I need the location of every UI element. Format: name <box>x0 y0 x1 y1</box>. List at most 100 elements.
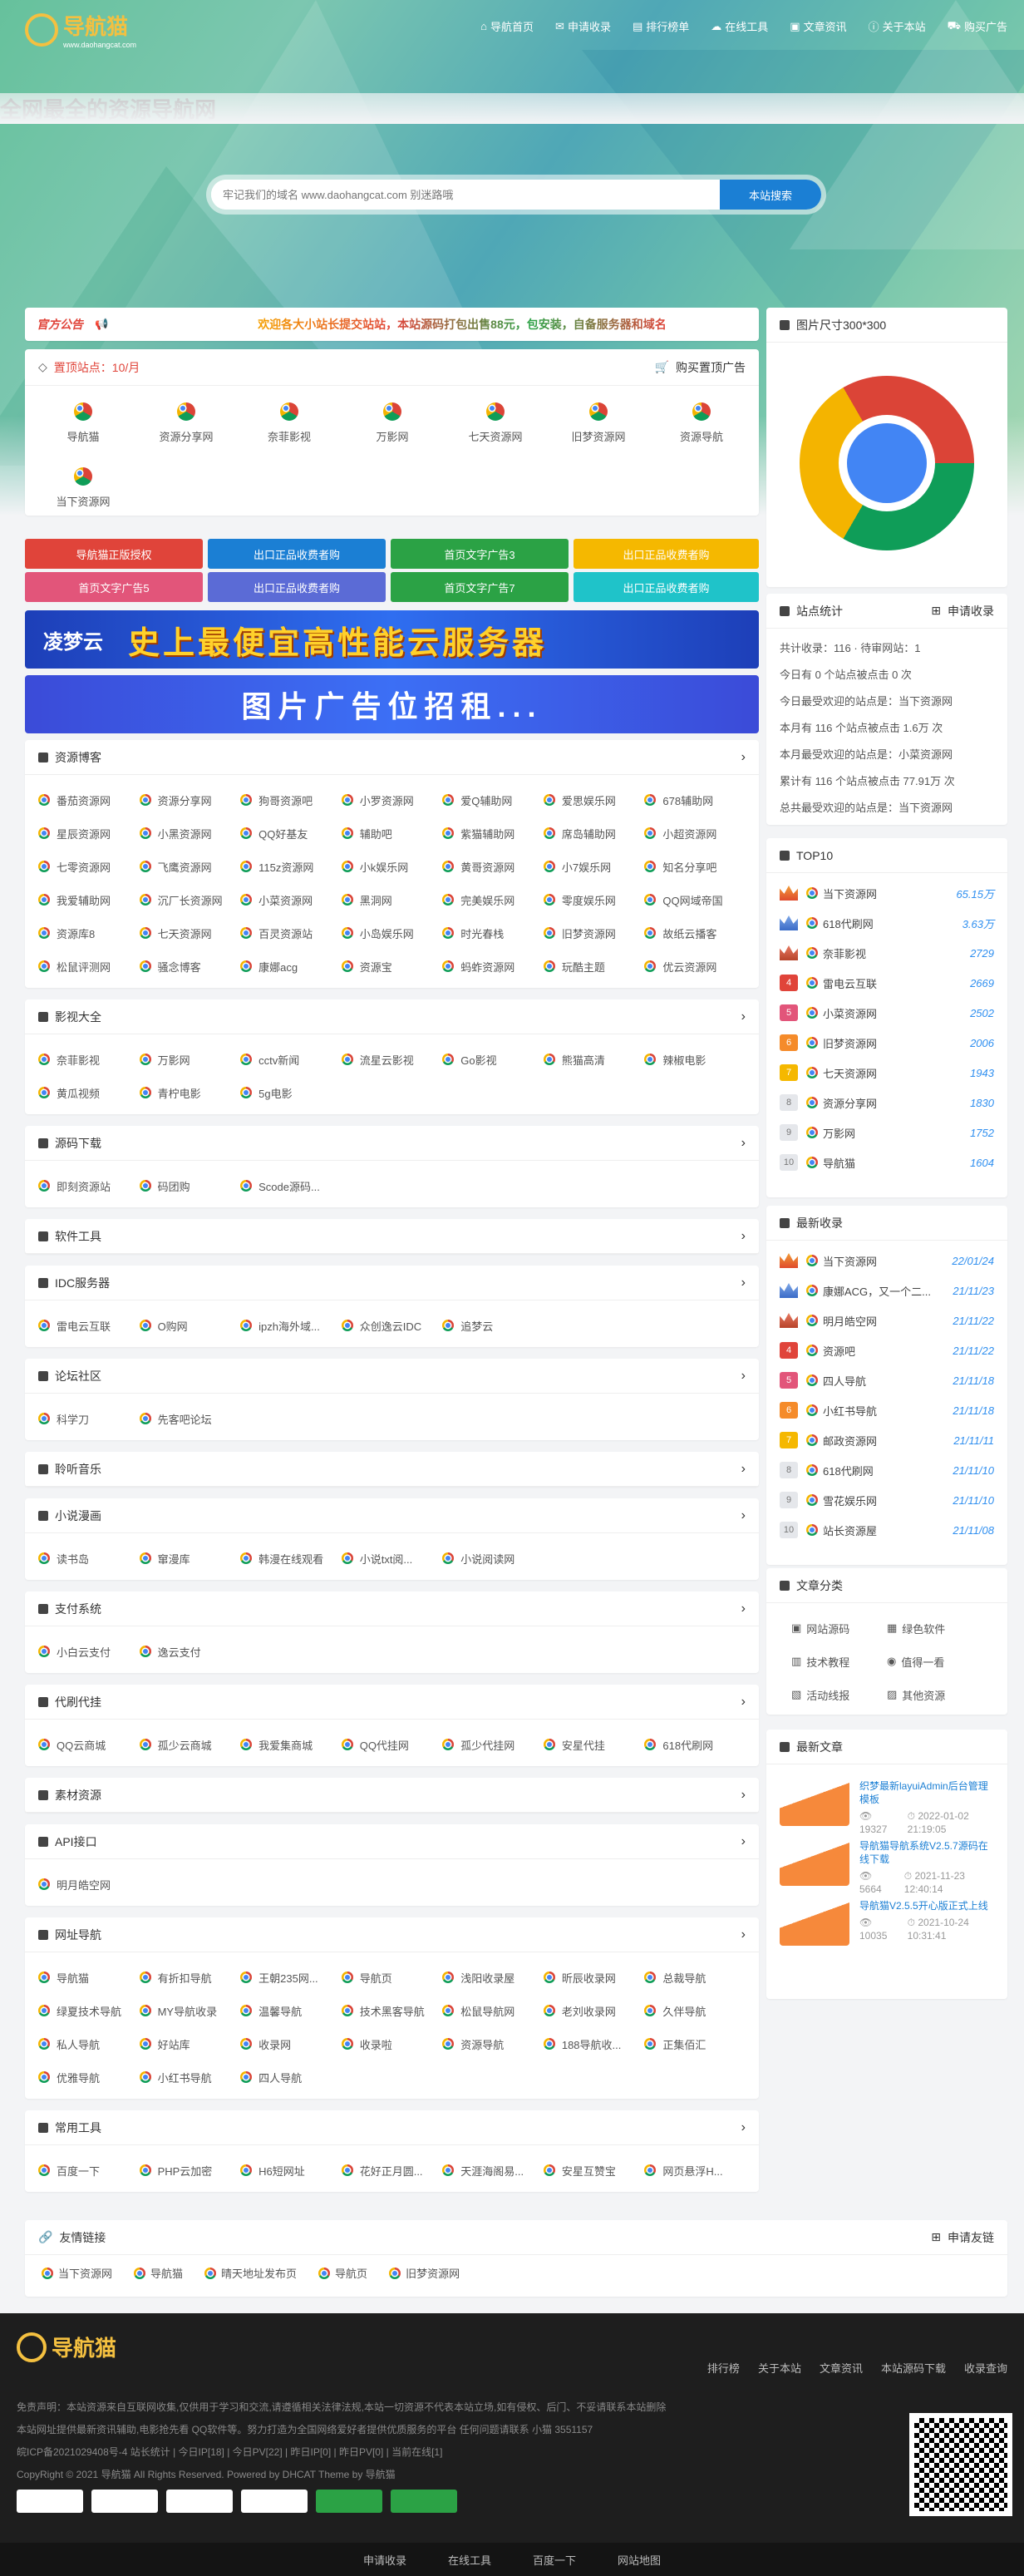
site-link[interactable]: 零度娱乐网 <box>543 883 645 916</box>
site-link[interactable]: 爱思娱乐网 <box>543 783 645 817</box>
site-link[interactable]: 5g电影 <box>240 1076 342 1109</box>
site-link[interactable]: O购网 <box>139 1309 241 1342</box>
site-link[interactable]: 读书岛 <box>38 1542 140 1575</box>
site-link[interactable]: 久伴导航 <box>644 1994 746 2027</box>
footer-link[interactable]: 文章资讯 <box>820 2360 863 2376</box>
latest-item[interactable]: 当下资源网 22/01/24 <box>766 1246 1007 1276</box>
site-link[interactable]: 678辅助网 <box>644 783 746 817</box>
site-link[interactable]: 逸云支付 <box>139 1635 241 1668</box>
site-link[interactable]: 四人导航 <box>240 2060 342 2094</box>
chevron-right-icon[interactable]: › <box>741 1508 746 1523</box>
site-link[interactable]: 先客吧论坛 <box>139 1402 241 1435</box>
top10-item[interactable]: 5 小菜资源网 2502 <box>766 998 1007 1028</box>
site-link[interactable]: 窜漫库 <box>139 1542 241 1575</box>
site-link[interactable]: 资源分享网 <box>139 783 241 817</box>
site-link[interactable]: 辣椒电影 <box>644 1043 746 1076</box>
site-link[interactable]: 众创逸云IDC <box>341 1309 443 1342</box>
site-link[interactable]: 优云资源网 <box>644 950 746 983</box>
site-link[interactable]: 骚念博客 <box>139 950 241 983</box>
text-ad-button[interactable]: 首页文字广告5 <box>25 572 203 602</box>
latest-item[interactable]: 6 小红书导航 21/11/18 <box>766 1395 1007 1425</box>
site-link[interactable]: 狗哥资源吧 <box>240 783 342 817</box>
nav-apply[interactable]: ✉ 申请收录 <box>555 18 611 34</box>
site-link[interactable]: cctv新闻 <box>240 1043 342 1076</box>
article-item[interactable]: 导航猫导航系统V2.5.7源码在线下载 👁 5664 ⏱ 2021-11-23 12… <box>766 1833 1007 1895</box>
chevron-right-icon[interactable]: › <box>741 1601 746 1616</box>
apply-friend-link[interactable]: ⊞ 申请友链 <box>931 2229 994 2246</box>
chevron-right-icon[interactable]: › <box>741 1009 746 1024</box>
site-link[interactable]: 蚂蚱资源网 <box>442 950 544 983</box>
site-link[interactable]: 百灵资源站 <box>240 916 342 950</box>
site-link[interactable]: 松鼠导航网 <box>442 1994 544 2027</box>
site-link[interactable]: 收录啦 <box>341 2027 443 2060</box>
chevron-right-icon[interactable]: › <box>741 1788 746 1803</box>
top10-item[interactable]: 4 雷电云互联 2669 <box>766 968 1007 998</box>
site-link[interactable]: 小红书导航 <box>139 2060 241 2094</box>
site-link[interactable]: 资源库8 <box>38 916 140 950</box>
site-link[interactable]: 我爱辅助网 <box>38 883 140 916</box>
site-link[interactable]: 小说txt阅... <box>341 1542 443 1575</box>
site-link[interactable]: 番茄资源网 <box>38 783 140 817</box>
chevron-right-icon[interactable]: › <box>741 1927 746 1942</box>
site-link[interactable]: 总裁导航 <box>644 1961 746 1994</box>
featured-item[interactable]: 导航猫 <box>32 392 135 457</box>
top10-item[interactable]: 7 七天资源网 1943 <box>766 1058 1007 1088</box>
site-link[interactable]: 紫猫辅助网 <box>442 817 544 850</box>
site-link[interactable]: 旧梦资源网 <box>543 916 645 950</box>
nav-ranking[interactable]: ▤ 排行榜单 <box>633 18 689 34</box>
site-link[interactable]: 115z资源网 <box>240 850 342 883</box>
latest-item[interactable]: 10 站长资源屋 21/11/08 <box>766 1515 1007 1545</box>
site-link[interactable]: 黑洞网 <box>341 883 443 916</box>
site-link[interactable]: 韩漫在线观看 <box>240 1542 342 1575</box>
featured-item[interactable]: 万影网 <box>341 392 444 457</box>
text-ad-button[interactable]: 出口正品收费者购 <box>574 572 759 602</box>
footer-link[interactable]: 排行榜 <box>707 2360 740 2376</box>
site-link[interactable]: 老刘收录网 <box>543 1994 645 2027</box>
top10-item[interactable]: 奈菲影视 2729 <box>766 938 1007 968</box>
site-link[interactable]: 导航猫 <box>38 1961 140 1994</box>
search-input[interactable] <box>211 180 720 210</box>
top10-item[interactable]: 9 万影网 1752 <box>766 1118 1007 1147</box>
text-ad-button[interactable]: 出口正品收费者购 <box>208 539 386 569</box>
site-link[interactable]: QQ云商城 <box>38 1728 140 1761</box>
site-link[interactable]: 追梦云 <box>442 1309 544 1342</box>
friend-link[interactable]: 当下资源网 <box>42 2265 112 2281</box>
text-ad-button[interactable]: 导航猫正版授权 <box>25 539 203 569</box>
site-link[interactable]: 飞鹰资源网 <box>139 850 241 883</box>
site-link[interactable]: 优雅导航 <box>38 2060 140 2094</box>
top10-item[interactable]: 10 导航猫 1604 <box>766 1147 1007 1177</box>
site-link[interactable]: 安星互赞宝 <box>543 2154 645 2187</box>
site-logo[interactable]: 导航猫 www.daohangcat.com <box>25 10 136 49</box>
site-link[interactable]: 浅阳收录屋 <box>442 1961 544 1994</box>
friend-link[interactable]: 导航猫 <box>134 2265 183 2281</box>
site-link[interactable]: 康娜acg <box>240 950 342 983</box>
site-link[interactable]: 天涯海阁易... <box>442 2154 544 2187</box>
site-link[interactable]: ipzh海外域... <box>240 1309 342 1342</box>
site-link[interactable]: 收录网 <box>240 2027 342 2060</box>
site-link[interactable]: 码团购 <box>139 1169 241 1202</box>
site-link[interactable]: 完美娱乐网 <box>442 883 544 916</box>
site-link[interactable]: 资源导航 <box>442 2027 544 2060</box>
site-link[interactable]: 故纸云播客 <box>644 916 746 950</box>
article-item[interactable]: 织梦最新layuiAdmin后台管理模板 👁 19327 ⏱ 2022-01-02 … <box>766 1773 1007 1835</box>
site-link[interactable]: 孤少云商城 <box>139 1728 241 1761</box>
site-link[interactable]: 618代刷网 <box>644 1728 746 1761</box>
text-ad-button[interactable]: 首页文字广告7 <box>391 572 569 602</box>
site-link[interactable]: 温馨导航 <box>240 1994 342 2027</box>
bottom-link[interactable]: 申请收录 <box>363 2552 406 2568</box>
site-link[interactable]: 流星云影视 <box>341 1043 443 1076</box>
site-link[interactable]: QQ网域帝国 <box>644 883 746 916</box>
footer-link[interactable]: 本站源码下载 <box>881 2360 946 2376</box>
site-link[interactable]: 熊猫高清 <box>543 1043 645 1076</box>
site-link[interactable]: 松鼠评测网 <box>38 950 140 983</box>
site-link[interactable]: MY导航收录 <box>139 1994 241 2027</box>
latest-item[interactable]: 7 邮政资源网 21/11/11 <box>766 1425 1007 1455</box>
site-link[interactable]: 导航页 <box>341 1961 443 1994</box>
site-link[interactable]: 黄哥资源网 <box>442 850 544 883</box>
site-link[interactable]: PHP云加密 <box>139 2154 241 2187</box>
site-link[interactable]: 王朝235网... <box>240 1961 342 1994</box>
nav-tools[interactable]: ☁ 在线工具 <box>711 18 768 34</box>
footer-link[interactable]: 关于本站 <box>758 2360 801 2376</box>
site-link[interactable]: Go影视 <box>442 1043 544 1076</box>
chevron-right-icon[interactable]: › <box>741 1462 746 1477</box>
